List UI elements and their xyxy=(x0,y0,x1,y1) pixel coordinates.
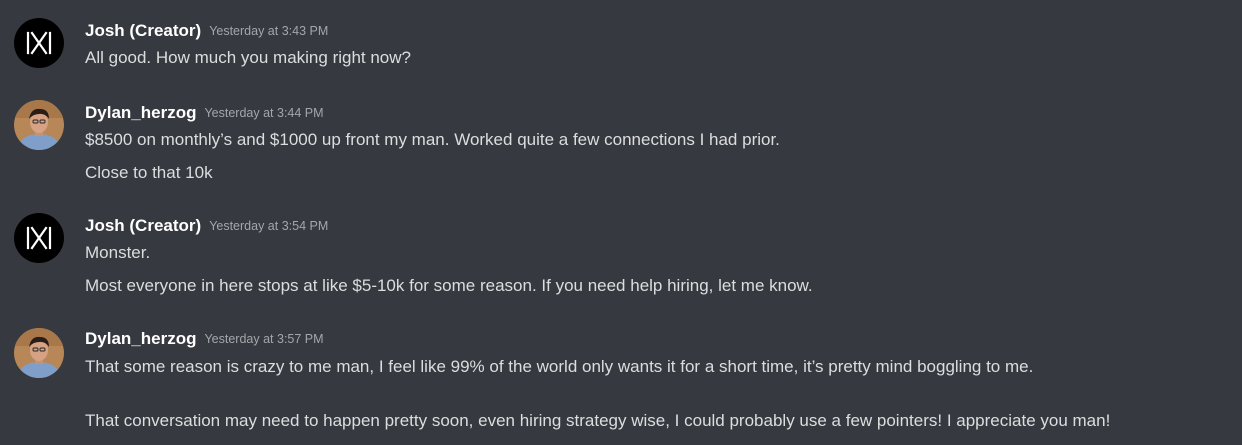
message-text: Most everyone in here stops at like $5-1… xyxy=(85,276,813,295)
message-text: That conversation may need to happen pre… xyxy=(85,411,1111,430)
username[interactable]: Dylan_herzog xyxy=(85,103,196,122)
message-header: Josh (Creator) Yesterday at 3:43 PM xyxy=(85,21,328,43)
message-text: Close to that 10k xyxy=(85,163,213,182)
username[interactable]: Josh (Creator) xyxy=(85,21,201,40)
timestamp: Yesterday at 3:43 PM xyxy=(209,24,329,38)
timestamp: Yesterday at 3:44 PM xyxy=(204,106,324,120)
user-photo-icon xyxy=(14,328,64,378)
message-text: All good. How much you making right now? xyxy=(85,48,411,67)
message-text: That some reason is crazy to me man, I f… xyxy=(85,357,1034,376)
message-text: $8500 on monthly’s and $1000 up front my… xyxy=(85,130,780,149)
username[interactable]: Josh (Creator) xyxy=(85,216,201,235)
timestamp: Yesterday at 3:57 PM xyxy=(204,332,324,346)
creator-logo-icon xyxy=(26,226,52,250)
timestamp: Yesterday at 3:54 PM xyxy=(209,219,329,233)
username[interactable]: Dylan_herzog xyxy=(85,329,196,348)
message-header: Dylan_herzog Yesterday at 3:44 PM xyxy=(85,103,324,125)
message-text: Monster. xyxy=(85,243,151,262)
message-header: Josh (Creator) Yesterday at 3:54 PM xyxy=(85,216,328,238)
avatar[interactable] xyxy=(14,328,64,378)
creator-logo-icon xyxy=(26,31,52,55)
message-header: Dylan_herzog Yesterday at 3:57 PM xyxy=(85,329,324,351)
user-photo-icon xyxy=(14,100,64,150)
avatar[interactable] xyxy=(14,100,64,150)
avatar[interactable] xyxy=(14,213,64,263)
avatar[interactable] xyxy=(14,18,64,68)
